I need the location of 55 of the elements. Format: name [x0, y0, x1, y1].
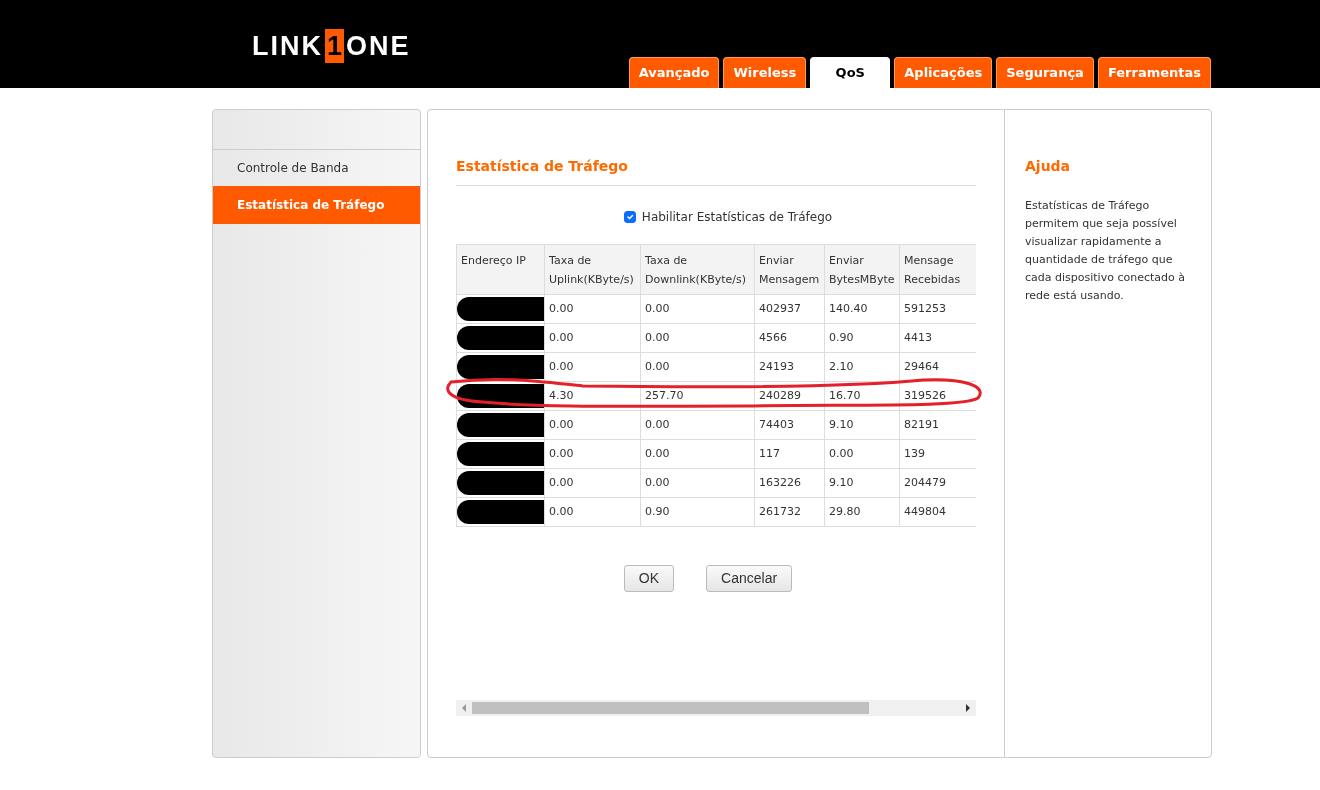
nav-tab[interactable]: Segurança	[996, 56, 1094, 88]
column-header: Taxa de Downlink(KByte/s)	[640, 244, 755, 295]
table-cell: 117	[754, 439, 825, 469]
table-cell: 0.00	[544, 497, 641, 527]
table-cell: 0.00	[544, 323, 641, 353]
table-cell: 0.00	[640, 352, 755, 382]
column-header: Endereço IP	[456, 244, 545, 295]
table-cell: 24193	[754, 352, 825, 382]
column-header: Enviar Mensagem	[754, 244, 825, 295]
nav-tab[interactable]: Aplicações	[894, 56, 993, 88]
table-cell: 163226	[754, 468, 825, 498]
table-cell: 29.80	[824, 497, 900, 527]
sidebar-item[interactable]: Estatística de Tráfego	[213, 186, 420, 224]
section-title: Estatística de Tráfego	[456, 156, 976, 186]
logo-text: ONE	[346, 29, 411, 63]
column-header: Taxa de Uplink(KByte/s)	[544, 244, 641, 295]
help-text: Estatísticas de Tráfego permitem que seja possível visualizar rapidamente a quantidade de tráfego que cada dispositivo conectado à rede está usando.	[1025, 198, 1186, 304]
checkbox-label: Habilitar Estatísticas de Tráfego	[641, 209, 833, 226]
logo-text: LINK	[252, 29, 323, 63]
nav-tab[interactable]: QoS	[810, 56, 891, 88]
table-cell: 257.70	[640, 381, 755, 411]
nav-tab[interactable]: Ferramentas	[1097, 56, 1211, 88]
table-cell: 0.00	[640, 410, 755, 440]
table-cell: 0.00	[640, 468, 755, 498]
table-cell: 0.90	[640, 497, 755, 527]
scrollbar-thumb[interactable]	[472, 702, 869, 714]
table-cell: 0.00	[640, 323, 755, 353]
table-cell: 4566	[754, 323, 825, 353]
table-cell: 261732	[754, 497, 825, 527]
table-cell: 0.00	[640, 439, 755, 469]
table-cell: 140.40	[824, 294, 900, 324]
table-cell: 2.10	[824, 352, 900, 382]
dialog-button[interactable]: OK	[623, 565, 675, 592]
nav-tab[interactable]: Wireless	[723, 56, 807, 88]
horizontal-scrollbar[interactable]	[456, 700, 976, 716]
column-header: Mensage Recebidas	[899, 244, 976, 295]
table-cell: 402937	[754, 294, 825, 324]
column-header: Enviar BytesMByte	[824, 244, 900, 295]
enable-checkbox[interactable]	[623, 211, 636, 223]
table-cell: 0.00	[544, 294, 641, 324]
table-cell: 0.90	[824, 323, 900, 353]
dialog-button[interactable]: Cancelar	[706, 565, 793, 592]
logo-mark: 1	[325, 28, 345, 63]
table-cell: 4.30	[544, 381, 641, 411]
table-cell: 9.10	[824, 410, 900, 440]
table-cell: 240289	[754, 381, 825, 411]
table-cell: 0.00	[544, 439, 641, 469]
nav-tab[interactable]: Avançado	[628, 56, 720, 88]
table-cell: 0.00	[824, 439, 900, 469]
table-cell: 0.00	[640, 294, 755, 324]
table-cell: 16.70	[824, 381, 900, 411]
table-cell: 9.10	[824, 468, 900, 498]
table-cell: 0.00	[544, 468, 641, 498]
table-cell: 74403	[754, 410, 825, 440]
help-title: Ajuda	[1025, 157, 1072, 176]
